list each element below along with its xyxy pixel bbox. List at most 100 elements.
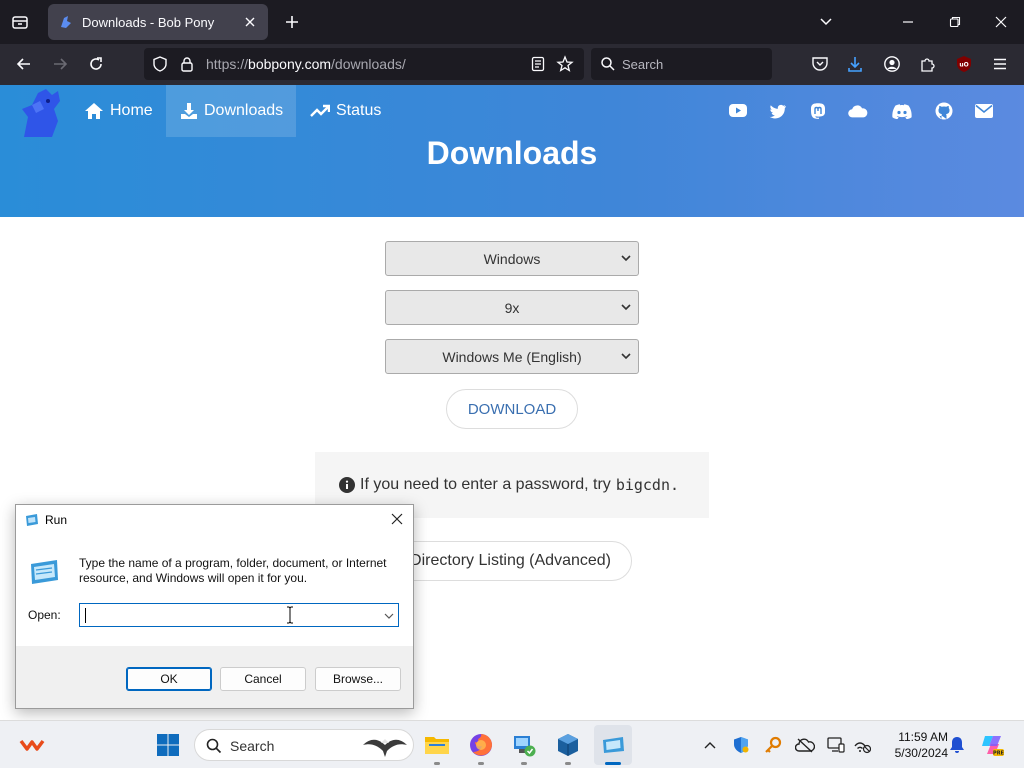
copilot-icon[interactable]: PRE — [978, 731, 1006, 759]
network-vpn-icon[interactable] — [852, 735, 872, 755]
new-tab-icon[interactable] — [280, 10, 304, 34]
twitter-icon[interactable] — [768, 101, 788, 121]
run-footer: OK Cancel Browse... — [16, 646, 413, 708]
tab-overflow-chevron-icon[interactable] — [814, 10, 838, 34]
taskbar-search[interactable]: Search — [194, 729, 414, 761]
mail-icon[interactable] — [974, 101, 994, 121]
open-input[interactable] — [79, 603, 399, 627]
os-select[interactable]: Windows — [385, 241, 639, 276]
nav-status[interactable]: Status — [296, 85, 395, 137]
search-bar[interactable]: Search — [591, 48, 772, 80]
reload-icon[interactable] — [84, 52, 108, 76]
url-path: /downloads/ — [331, 56, 406, 72]
trend-up-icon — [310, 101, 330, 121]
notice-code: bigcdn. — [615, 476, 680, 494]
minimize-icon[interactable] — [896, 10, 920, 34]
search-placeholder: Search — [622, 57, 664, 72]
chevron-down-icon — [621, 304, 631, 311]
lock-icon[interactable] — [179, 56, 195, 72]
clock-time: 11:59 AM — [898, 730, 948, 744]
browse-button[interactable]: Browse... — [315, 667, 401, 691]
open-label: Open: — [28, 608, 61, 622]
home-icon — [84, 101, 104, 121]
close-icon[interactable] — [389, 511, 405, 527]
file-explorer-icon[interactable] — [423, 731, 451, 759]
hyperv-manager-icon[interactable] — [510, 731, 538, 759]
url-scheme: https:// — [206, 56, 249, 72]
forward-arrow-icon[interactable] — [48, 52, 72, 76]
os-select-value: Windows — [483, 250, 541, 267]
run-taskbar-icon[interactable] — [599, 731, 627, 759]
back-arrow-icon[interactable] — [12, 52, 36, 76]
clock-date: 5/30/2024 — [894, 746, 948, 760]
chevron-down-icon — [621, 353, 631, 360]
downloads-arrow-icon[interactable] — [843, 52, 867, 76]
onedrive-offline-icon[interactable] — [795, 735, 815, 755]
system-clock[interactable]: 11:59 AM 5/30/2024 — [880, 729, 948, 761]
version-select[interactable]: 9x — [385, 290, 639, 325]
github-icon[interactable] — [934, 101, 954, 121]
run-app-icon — [26, 514, 38, 526]
cloud-icon[interactable] — [848, 101, 868, 121]
run-titlebar[interactable]: Run — [16, 505, 413, 535]
tab-close-icon[interactable] — [242, 14, 258, 30]
svg-text:PRE: PRE — [993, 751, 1005, 757]
url-bar[interactable]: https://bobpony.com/downloads/ — [144, 48, 584, 80]
nav-downloads[interactable]: Downloads — [166, 85, 296, 137]
virtualbox-icon[interactable] — [554, 731, 582, 759]
nav-downloads-label: Downloads — [204, 102, 284, 119]
key-icon[interactable] — [763, 735, 783, 755]
hamburger-menu-icon[interactable] — [988, 52, 1012, 76]
extensions-puzzle-icon[interactable] — [916, 52, 940, 76]
site-navbar: Home Downloads Status — [0, 85, 1024, 137]
display-icon[interactable] — [826, 735, 846, 755]
chevron-down-icon[interactable] — [384, 611, 394, 621]
notification-bell-icon[interactable] — [947, 735, 967, 755]
ublock-origin-icon[interactable]: uO — [952, 52, 976, 76]
defender-shield-icon[interactable] — [731, 735, 751, 755]
notice-text: If you need to enter a password, try — [360, 476, 611, 493]
search-icon — [206, 738, 222, 754]
tab-list-icon[interactable] — [8, 10, 32, 34]
bookmark-star-icon[interactable] — [556, 55, 574, 73]
url-text[interactable]: https://bobpony.com/downloads/ — [206, 56, 406, 72]
pocket-icon[interactable] — [808, 52, 832, 76]
mastodon-icon[interactable] — [808, 101, 828, 121]
tracking-shield-icon[interactable] — [152, 56, 168, 72]
running-indicator — [565, 762, 571, 765]
cancel-button[interactable]: Cancel — [220, 667, 306, 691]
window-close-icon[interactable] — [989, 10, 1013, 34]
search-icon — [601, 57, 615, 71]
run-program-icon — [31, 560, 58, 584]
ok-button[interactable]: OK — [126, 667, 212, 691]
restore-icon[interactable] — [943, 10, 967, 34]
directory-listing-button[interactable]: Directory Listing (Advanced) — [388, 541, 632, 581]
nav-home[interactable]: Home — [70, 85, 167, 137]
bobpony-favicon-icon — [61, 16, 71, 28]
edition-select-value: Windows Me (English) — [442, 348, 582, 365]
account-icon[interactable] — [880, 52, 904, 76]
running-indicator — [478, 762, 484, 765]
widgets-icon[interactable] — [18, 731, 46, 759]
info-icon — [339, 477, 355, 493]
url-domain: bobpony.com — [248, 56, 332, 72]
discord-icon[interactable] — [892, 101, 912, 121]
start-windows-icon[interactable] — [154, 731, 182, 759]
chevron-up-icon[interactable] — [700, 735, 720, 755]
running-indicator — [521, 762, 527, 765]
run-title: Run — [45, 513, 68, 527]
tab-downloads-bob-pony[interactable]: Downloads - Bob Pony — [48, 4, 268, 40]
search-highlight-bird-icon — [363, 739, 407, 757]
download-button[interactable]: DOWNLOAD — [446, 389, 578, 429]
youtube-icon[interactable] — [728, 101, 748, 121]
tab-title: Downloads - Bob Pony — [82, 14, 215, 30]
firefox-icon[interactable] — [467, 731, 495, 759]
bobpony-logo-icon[interactable] — [18, 87, 66, 137]
version-select-value: 9x — [504, 299, 520, 316]
nav-home-label: Home — [110, 102, 153, 119]
taskbar-search-label: Search — [230, 738, 275, 754]
edition-select[interactable]: Windows Me (English) — [385, 339, 639, 374]
svg-text:uO: uO — [959, 62, 968, 69]
reader-view-icon[interactable] — [530, 56, 546, 72]
taskbar: Search 11:59 AM 5/30/2024 PRE — [0, 720, 1024, 768]
